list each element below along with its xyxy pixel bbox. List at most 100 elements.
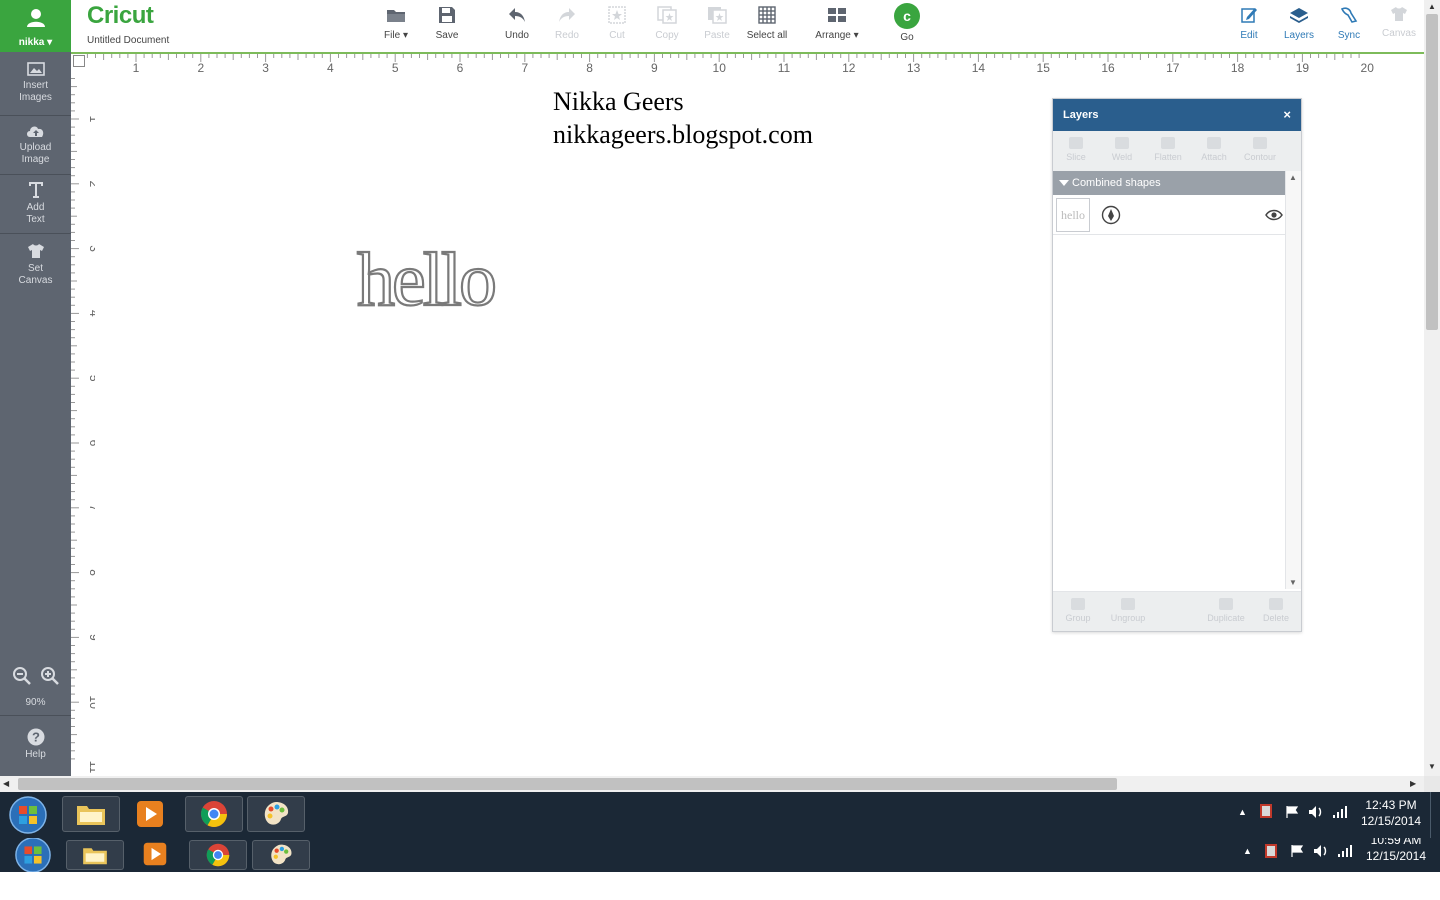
canvas-label: Canvas bbox=[1382, 28, 1416, 39]
system-clock[interactable]: 10:59 AM 12/15/2014 bbox=[1360, 838, 1432, 864]
layers-panel-header: Layers × bbox=[1053, 99, 1301, 131]
network-warning-icon[interactable] bbox=[1265, 844, 1277, 858]
zoom-out-icon[interactable] bbox=[12, 666, 32, 686]
ruler-label: 12 bbox=[842, 61, 856, 75]
redo-button[interactable]: Redo bbox=[542, 6, 592, 41]
layer-group-header[interactable]: Combined shapes bbox=[1053, 171, 1285, 195]
attach-button[interactable]: Attach bbox=[1191, 135, 1237, 162]
upload-image-button[interactable]: Upload Image bbox=[0, 124, 71, 166]
taskbar-explorer-button[interactable] bbox=[66, 840, 124, 870]
ruler-label: 10 bbox=[87, 696, 95, 710]
taskbar-chrome-button[interactable] bbox=[185, 796, 243, 832]
chevron-down-icon: ▾ bbox=[853, 30, 859, 41]
help-button[interactable]: ? Help bbox=[0, 728, 71, 761]
arrange-button[interactable]: Arrange ▾ bbox=[811, 6, 863, 41]
scroll-down-icon[interactable]: ▼ bbox=[1289, 578, 1297, 587]
paste-icon bbox=[708, 7, 727, 24]
duplicate-button[interactable]: Duplicate bbox=[1203, 596, 1249, 623]
volume-icon[interactable] bbox=[1313, 844, 1329, 858]
copy-button[interactable]: Copy bbox=[642, 6, 692, 41]
layers-scrollbar[interactable]: ▲ ▼ bbox=[1285, 171, 1301, 589]
eye-icon[interactable] bbox=[1265, 209, 1283, 221]
taskbar-paint-button[interactable] bbox=[252, 840, 310, 870]
go-button[interactable]: c Go bbox=[882, 3, 932, 43]
flatten-button[interactable]: Flatten bbox=[1145, 135, 1191, 162]
scroll-thumb[interactable] bbox=[1426, 14, 1438, 330]
system-clock[interactable]: 12:43 PM 12/15/2014 bbox=[1355, 797, 1427, 829]
chrome-icon bbox=[200, 801, 227, 827]
edit-panel-button[interactable]: Edit bbox=[1224, 6, 1274, 41]
sync-panel-button[interactable]: Sync bbox=[1324, 6, 1374, 41]
image-icon bbox=[26, 62, 45, 76]
weld-button[interactable]: Weld bbox=[1099, 135, 1145, 162]
volume-icon[interactable] bbox=[1308, 805, 1324, 819]
expand-triangle-icon[interactable] bbox=[1059, 180, 1069, 186]
cut-pen-icon[interactable] bbox=[1101, 205, 1121, 225]
scroll-left-icon[interactable]: ◀ bbox=[3, 779, 9, 788]
slice-button[interactable]: Slice bbox=[1053, 135, 1099, 162]
left-sidebar: nikka ▾ Insert Images Upload Image Add T… bbox=[0, 0, 71, 776]
layer-group-name: Combined shapes bbox=[1072, 177, 1161, 189]
user-name: nikka bbox=[18, 37, 45, 48]
cloud-upload-icon bbox=[26, 126, 43, 137]
windows-start-icon[interactable] bbox=[8, 795, 48, 835]
user-menu[interactable]: nikka ▾ bbox=[0, 0, 71, 52]
action-center-flag-icon[interactable] bbox=[1285, 805, 1299, 819]
scroll-right-icon[interactable]: ▶ bbox=[1410, 779, 1416, 788]
file-menu-button[interactable]: File ▾ bbox=[371, 6, 421, 41]
clock-time: 12:43 PM bbox=[1365, 798, 1417, 812]
scroll-down-icon[interactable]: ▼ bbox=[1428, 762, 1436, 771]
media-player-icon[interactable] bbox=[142, 841, 168, 867]
scroll-up-icon[interactable]: ▲ bbox=[1428, 2, 1436, 11]
ungroup-button[interactable]: Ungroup bbox=[1105, 596, 1151, 623]
taskbar-chrome-button[interactable] bbox=[189, 840, 247, 870]
layers-panel-button[interactable]: Layers bbox=[1274, 6, 1324, 55]
cut-button[interactable]: Cut bbox=[592, 6, 642, 41]
sidebar-divider bbox=[0, 233, 71, 234]
taskbar-paint-button[interactable] bbox=[247, 796, 305, 832]
go-label: Go bbox=[900, 32, 914, 43]
show-desktop-button[interactable] bbox=[1430, 792, 1440, 838]
vertical-scrollbar[interactable]: ▲ ▼ bbox=[1424, 0, 1440, 776]
save-button[interactable]: Save bbox=[422, 6, 472, 41]
delete-button[interactable]: Delete bbox=[1253, 596, 1299, 623]
tray-expand-icon[interactable]: ▲ bbox=[1243, 846, 1252, 856]
paste-label: Paste bbox=[704, 30, 730, 41]
flatten-icon bbox=[1161, 137, 1175, 149]
upload-image-label: Upload Image bbox=[19, 142, 52, 165]
ruler-horizontal-ticks: 1 2 3 4 5 6 7 8 9 10 11 12 13 14 15 16 17 18 19 20 bbox=[86, 54, 1374, 75]
horizontal-scrollbar[interactable]: ◀ ▶ bbox=[0, 776, 1424, 792]
set-canvas-button[interactable]: Set Canvas bbox=[0, 243, 71, 287]
media-player-icon[interactable] bbox=[135, 799, 165, 829]
hello-shape[interactable]: hello bbox=[353, 231, 553, 321]
tray-expand-icon[interactable]: ▲ bbox=[1238, 807, 1247, 817]
paste-button[interactable]: Paste bbox=[692, 6, 742, 41]
network-warning-icon[interactable] bbox=[1260, 804, 1272, 818]
undo-button[interactable]: Undo bbox=[492, 6, 542, 41]
ruler-label: 11 bbox=[87, 761, 95, 774]
close-icon[interactable]: × bbox=[1283, 107, 1291, 122]
taskbar-explorer-button[interactable] bbox=[62, 796, 120, 832]
add-text-button[interactable]: Add Text bbox=[0, 181, 71, 226]
paint-palette-icon bbox=[264, 802, 289, 825]
select-all-button[interactable]: Select all bbox=[742, 6, 792, 41]
action-center-flag-icon[interactable] bbox=[1290, 844, 1304, 858]
signal-strength-icon[interactable] bbox=[1337, 844, 1353, 858]
group-button[interactable]: Group bbox=[1055, 596, 1101, 623]
contour-button[interactable]: Contour bbox=[1237, 135, 1283, 162]
svg-text:?: ? bbox=[32, 730, 40, 745]
ruler-corner bbox=[73, 55, 85, 67]
layer-row[interactable]: hello bbox=[1053, 195, 1285, 235]
canvas-panel-button[interactable]: Canvas bbox=[1374, 6, 1424, 39]
scroll-up-icon[interactable]: ▲ bbox=[1289, 173, 1297, 182]
layers-panel: Layers × Slice Weld Flatten Attach Conto… bbox=[1052, 98, 1302, 632]
zoom-in-icon[interactable] bbox=[40, 666, 60, 686]
signal-strength-icon[interactable] bbox=[1332, 805, 1348, 819]
scroll-thumb[interactable] bbox=[18, 778, 1117, 790]
insert-images-button[interactable]: Insert Images bbox=[0, 62, 71, 104]
layers-action-bar: Slice Weld Flatten Attach Contour bbox=[1053, 131, 1301, 171]
windows-start-icon[interactable] bbox=[14, 838, 52, 872]
ruler-label: 4 bbox=[87, 310, 95, 317]
slice-icon bbox=[1069, 137, 1083, 149]
layers-icon bbox=[1290, 8, 1308, 23]
